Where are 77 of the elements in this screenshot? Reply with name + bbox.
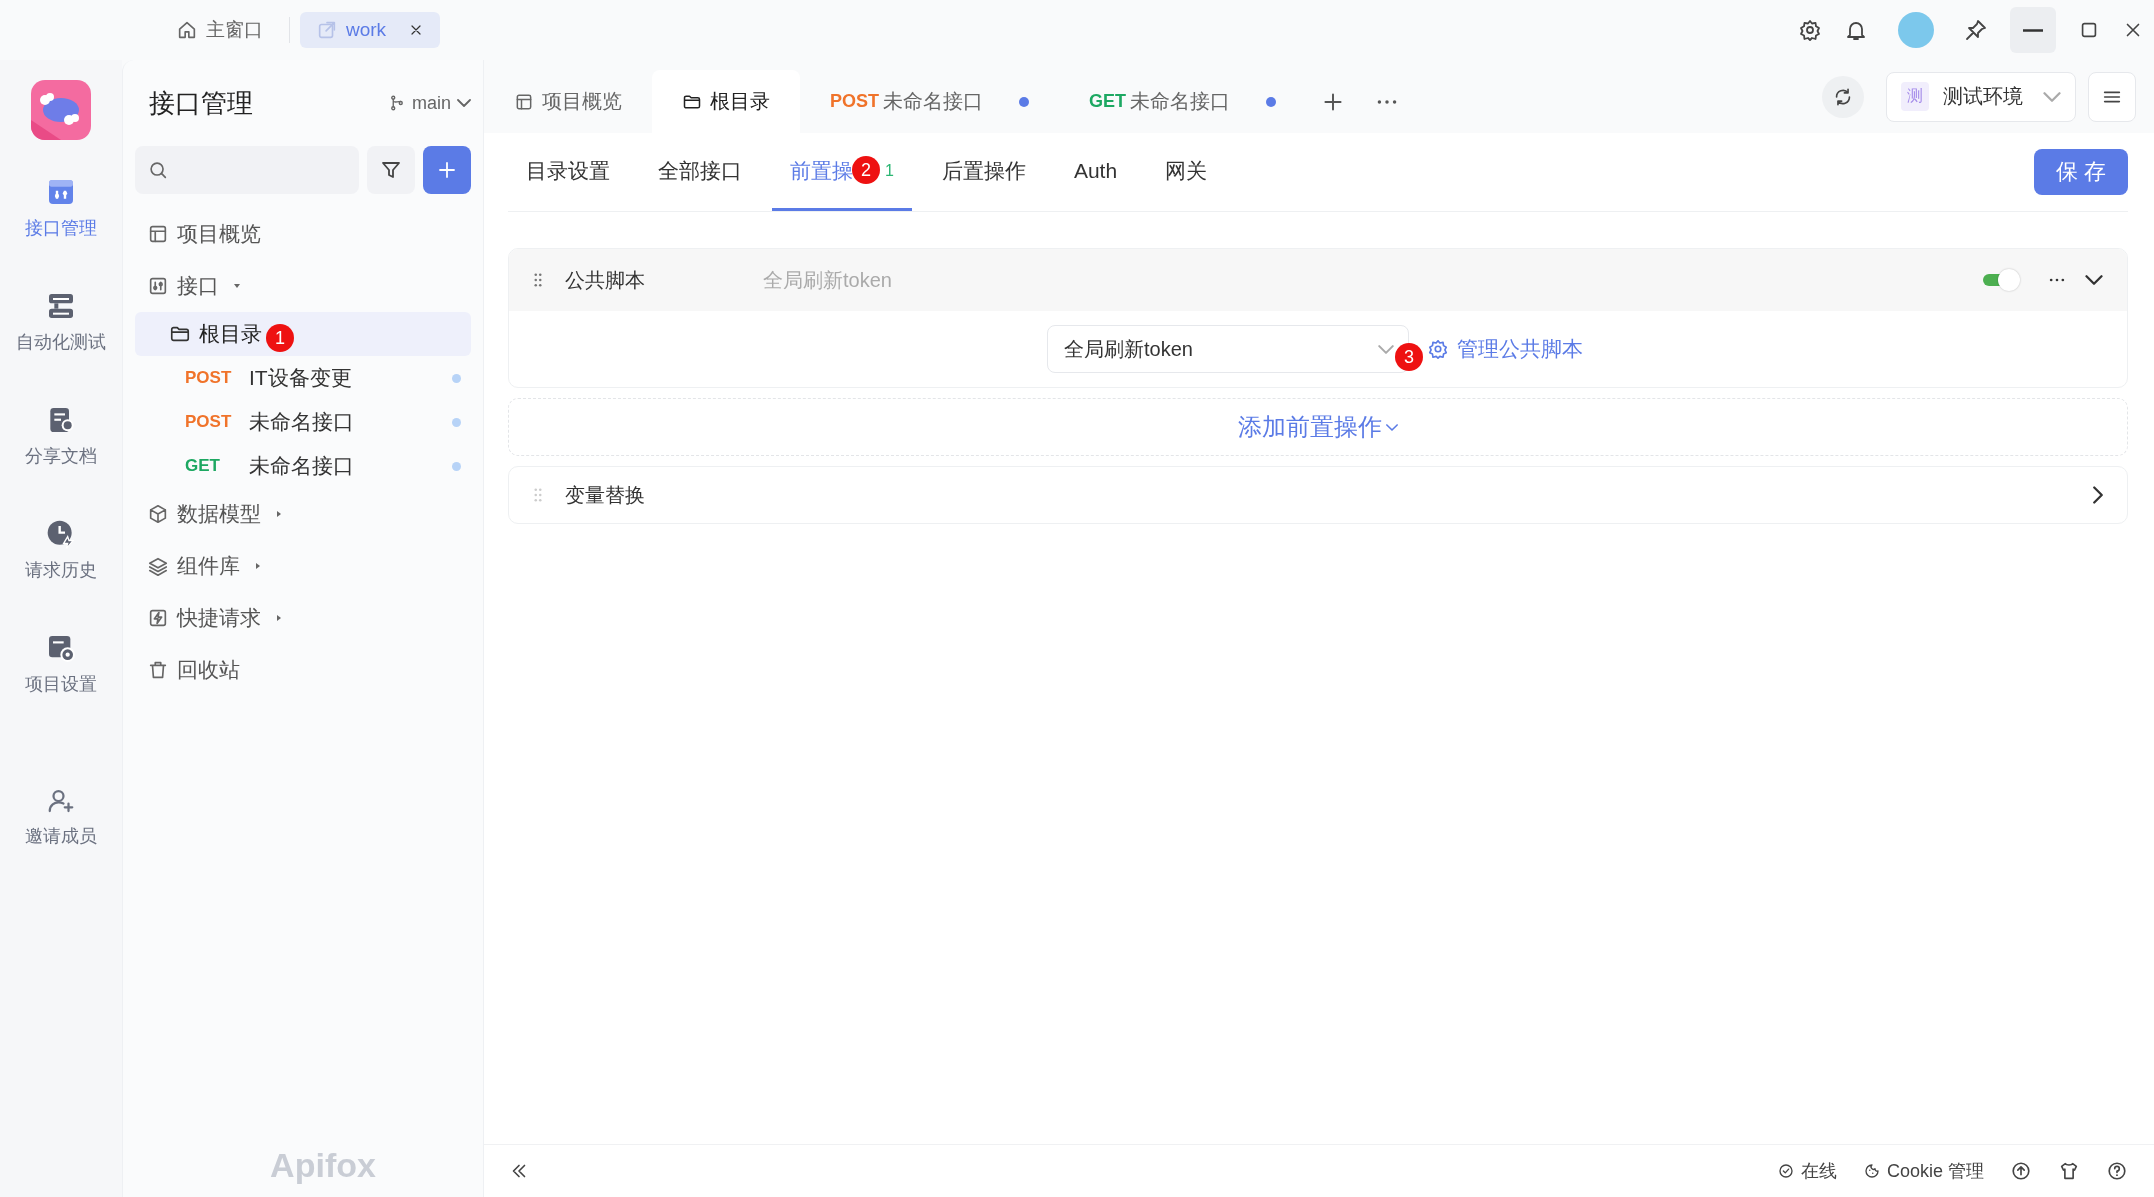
card-title: 变量替换 — [565, 482, 646, 508]
search-icon — [147, 159, 169, 181]
app-logo-icon — [31, 80, 91, 140]
home-icon — [176, 19, 198, 41]
cookie-icon — [1862, 1162, 1881, 1180]
method-label: POST — [185, 412, 233, 432]
chevron-right-icon[interactable] — [2093, 486, 2103, 504]
method-label: POST — [185, 368, 233, 388]
tree-item[interactable]: 组件库 — [135, 540, 471, 592]
refresh-button[interactable] — [1822, 75, 1864, 118]
window-tab[interactable]: 主窗口 — [160, 12, 279, 48]
document-tab[interactable]: 项目概览 — [484, 70, 652, 133]
tree-item[interactable]: 快捷请求 — [135, 592, 471, 644]
card-title: 公共脚本 — [565, 267, 646, 293]
nav-item[interactable]: 请求历史 — [6, 518, 116, 632]
settings-icon — [1427, 338, 1449, 360]
upload-icon[interactable] — [2010, 1160, 2032, 1182]
layers-icon — [147, 555, 169, 577]
menu-button[interactable] — [2088, 71, 2136, 122]
external-window-icon — [316, 19, 338, 41]
tree-item[interactable]: 回收站 — [135, 644, 471, 696]
chevron-down-icon — [2043, 91, 2061, 102]
nav-item[interactable]: 项目设置 — [6, 632, 116, 746]
number-badge: 3 — [1395, 343, 1423, 371]
online-status[interactable]: 在线 — [1776, 1159, 1837, 1183]
document-tab[interactable]: 根目录 — [652, 70, 800, 133]
tab[interactable]: 目录设置 — [508, 133, 628, 211]
cookie-manager-button[interactable]: Cookie 管理 — [1862, 1159, 1984, 1183]
chevron-down-icon — [1378, 344, 1394, 354]
document-tab[interactable]: POST 未命名接口 — [800, 70, 1059, 133]
add-operation-link[interactable]: 添加前置操作 — [1238, 411, 1398, 443]
layout-icon — [147, 223, 169, 245]
folder-item[interactable]: 根目录 1 — [135, 312, 471, 356]
manage-link[interactable]: 管理公共脚本 — [1427, 335, 1583, 363]
save-button[interactable]: 保 存 — [2033, 149, 2128, 195]
tree-item[interactable]: 数据模型 — [135, 488, 471, 540]
clock-bolt-icon — [45, 518, 77, 550]
nav-item[interactable]: 邀请成员 — [6, 786, 116, 900]
branch-selector[interactable]: main — [388, 92, 471, 114]
pin-icon[interactable] — [1964, 18, 1988, 42]
trash-icon — [147, 659, 169, 681]
endpoint-item[interactable]: GET 未命名接口 — [135, 444, 471, 488]
help-icon[interactable] — [2106, 1160, 2128, 1182]
chevron-down-icon — [1386, 423, 1398, 431]
method-label: GET — [185, 456, 221, 476]
minimize-button[interactable] — [2010, 7, 2056, 53]
number-badge: 1 — [266, 324, 294, 352]
panel-title: 接口管理 — [149, 86, 253, 120]
cube-icon — [147, 503, 169, 525]
filter-button[interactable] — [367, 146, 415, 194]
document-tab[interactable]: GET 未命名接口 — [1059, 70, 1307, 133]
branch-icon — [388, 94, 406, 112]
bolt-icon — [147, 607, 169, 629]
api-icon — [147, 275, 169, 297]
script-summary: 全局刷新token — [763, 267, 892, 293]
tree-item[interactable]: 接口 — [135, 260, 471, 312]
nav-item[interactable]: 分享文档 — [6, 404, 116, 518]
endpoint-item[interactable]: POST 未命名接口 — [135, 400, 471, 444]
search-field[interactable] — [135, 146, 359, 194]
settings-icon[interactable] — [1798, 18, 1822, 42]
check-circle-icon — [1776, 1162, 1795, 1180]
add-button[interactable] — [423, 146, 471, 194]
number-badge: 2 — [852, 156, 880, 184]
chevron-down-icon — [457, 99, 471, 107]
nav-item[interactable]: 自动化测试 — [6, 290, 116, 404]
minimize-icon — [2023, 28, 2043, 32]
endpoint-item[interactable]: POST IT设备变更 — [135, 356, 471, 400]
tab[interactable]: 全部接口 — [640, 133, 760, 211]
environment-select[interactable]: 测 测试环境 — [1886, 71, 2076, 122]
tree-item[interactable]: 项目概览 — [135, 208, 471, 260]
tab[interactable]: Auth — [1055, 133, 1136, 211]
tab[interactable]: 网关 — [1147, 133, 1226, 211]
shirt-icon[interactable] — [2058, 1160, 2080, 1182]
tab[interactable]: 后置操作 — [923, 133, 1044, 211]
chevron-down-icon[interactable] — [2085, 275, 2103, 285]
nav-item[interactable]: 接口管理 — [6, 176, 116, 290]
toggle-switch[interactable] — [1983, 268, 2021, 292]
